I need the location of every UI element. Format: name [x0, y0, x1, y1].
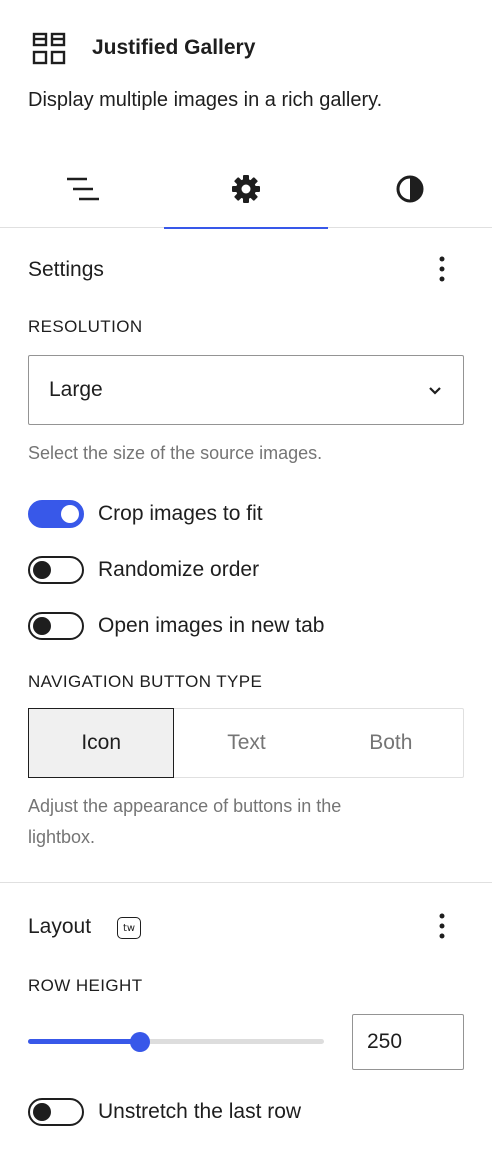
nav-type-both-option[interactable]: Both	[319, 709, 463, 777]
gear-icon	[231, 174, 261, 204]
unstretch-last-row-toggle-row: Unstretch the last row	[28, 1097, 301, 1127]
more-vertical-icon	[439, 913, 445, 944]
panel-divider	[0, 882, 492, 883]
layout-options-button[interactable]	[430, 910, 454, 946]
crop-images-toggle[interactable]	[28, 500, 84, 528]
resolution-help: Select the size of the source images.	[28, 443, 323, 463]
block-title: Justified Gallery	[92, 36, 256, 59]
nav-type-text-option[interactable]: Text	[174, 709, 318, 777]
unstretch-last-row-toggle[interactable]	[28, 1098, 84, 1126]
resolution-label: Resolution	[28, 317, 143, 336]
settings-options-button[interactable]	[430, 253, 454, 289]
randomize-order-label: Randomize order	[98, 558, 260, 581]
tab-list-view[interactable]	[0, 150, 164, 228]
navigation-help-line-2: lightbox.	[28, 827, 96, 847]
open-new-tab-label: Open images in new tab	[98, 614, 325, 637]
layout-panel-title: Layout	[28, 915, 92, 938]
row-height-slider[interactable]	[28, 1030, 324, 1054]
list-view-icon	[65, 175, 99, 203]
open-new-tab-toggle[interactable]	[28, 612, 84, 640]
tab-settings[interactable]	[164, 150, 328, 229]
block-description: Display multiple images in a rich galler…	[28, 89, 383, 111]
block-card: Justified Gallery Display multiple image…	[0, 0, 492, 140]
contrast-icon	[395, 174, 425, 204]
crop-images-label: Crop images to fit	[98, 502, 263, 525]
chevron-down-icon	[427, 380, 443, 406]
slider-thumb[interactable]	[130, 1032, 150, 1052]
row-height-input[interactable]	[352, 1014, 464, 1070]
navigation-button-type-group: Icon Text Both	[28, 708, 464, 778]
crop-images-toggle-row: Crop images to fit	[28, 499, 263, 529]
row-height-label: Row height	[28, 976, 143, 995]
settings-panel-title: Settings	[28, 258, 104, 281]
gallery-grid-icon	[32, 32, 66, 66]
nav-type-icon-option[interactable]: Icon	[28, 708, 175, 778]
tab-styles[interactable]	[328, 150, 492, 228]
randomize-order-toggle-row: Randomize order	[28, 555, 259, 585]
navigation-button-type-label: Navigation button type	[28, 672, 263, 691]
inspector-tabs	[0, 150, 492, 229]
resolution-select[interactable]: Large	[28, 355, 464, 425]
open-new-tab-toggle-row: Open images in new tab	[28, 611, 324, 641]
navigation-help-line-1: Adjust the appearance of buttons in the	[28, 796, 342, 816]
resolution-value: Large	[49, 378, 103, 401]
slider-fill	[28, 1039, 140, 1044]
unstretch-last-row-label: Unstretch the last row	[98, 1100, 302, 1123]
randomize-order-toggle[interactable]	[28, 556, 84, 584]
tw-badge: tw	[117, 917, 141, 939]
more-vertical-icon	[439, 256, 445, 287]
